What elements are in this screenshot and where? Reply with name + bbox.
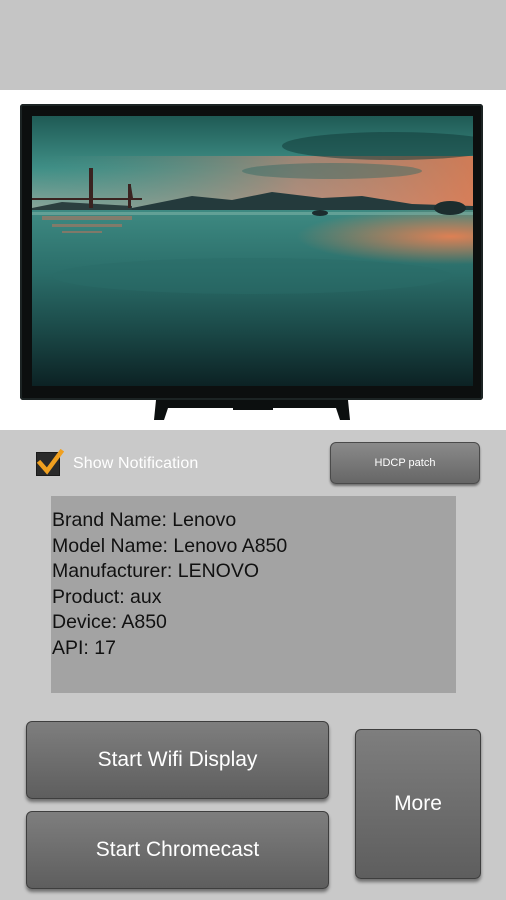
manufacturer-line: Manufacturer: LENOVO	[52, 560, 259, 582]
tv-screen-image	[32, 116, 473, 386]
controls-panel: Show Notification HDCP patch Brand Name:…	[0, 430, 506, 900]
more-button[interactable]: More	[355, 729, 481, 879]
checkbox[interactable]	[36, 449, 64, 476]
show-notification-toggle[interactable]: Show Notification	[36, 449, 199, 476]
product-line: Product: aux	[52, 585, 162, 608]
tv-illustration-panel	[0, 90, 506, 430]
device-info-box: Brand Name: Lenovo Model Name: Lenovo A8…	[51, 496, 456, 693]
checkmark-icon	[36, 449, 64, 475]
brand-name-line: Brand Name: Lenovo	[52, 509, 237, 531]
device-line: Device: A850	[52, 611, 167, 633]
tv-frame	[20, 104, 483, 400]
start-wifi-display-button[interactable]: Start Wifi Display	[26, 721, 329, 799]
model-name-line: Model Name: Lenovo A850	[52, 534, 288, 557]
tv-stand-base	[154, 400, 350, 420]
start-chromecast-button[interactable]: Start Chromecast	[26, 811, 329, 889]
api-line: API: 17	[52, 636, 116, 659]
top-bar	[0, 0, 506, 90]
hdcp-patch-button[interactable]: HDCP patch	[330, 442, 480, 484]
show-notification-label: Show Notification	[73, 455, 199, 472]
